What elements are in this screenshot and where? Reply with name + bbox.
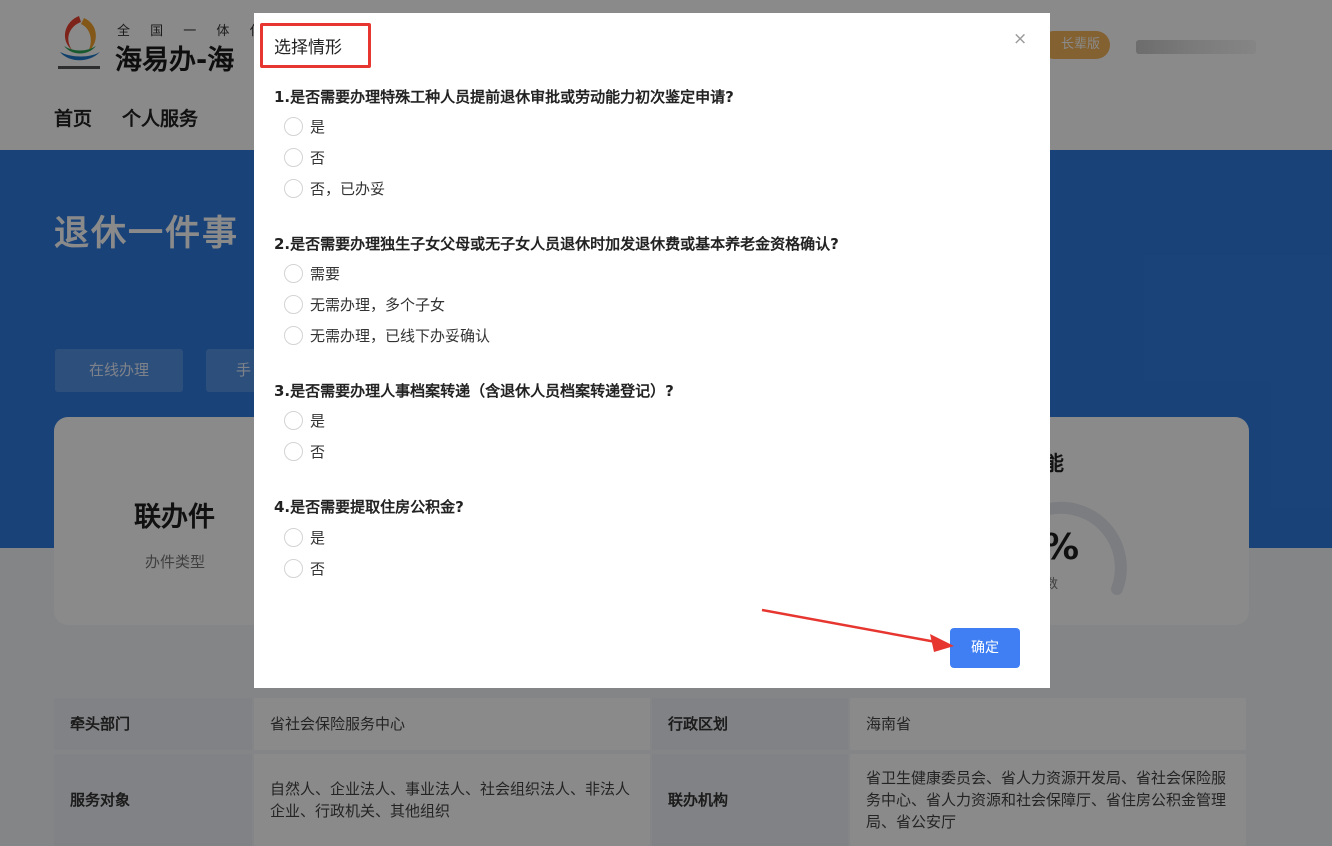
close-icon[interactable]: ×: [1013, 31, 1027, 48]
question-2: 2.是否需要办理独生子女父母或无子女人员退休时加发退休费或基本养老金资格确认?: [274, 235, 839, 253]
option-label: 是: [310, 412, 326, 430]
option-label: 无需办理，已线下办妥确认: [310, 327, 491, 345]
radio-button[interactable]: [284, 559, 303, 578]
question-4: 4.是否需要提取住房公积金?: [274, 498, 464, 516]
radio-button[interactable]: [284, 148, 303, 167]
radio-button[interactable]: [284, 179, 303, 198]
radio-button[interactable]: [284, 326, 303, 345]
radio-button[interactable]: [284, 442, 303, 461]
q1-option-no[interactable]: 否: [284, 147, 325, 168]
q3-option-yes[interactable]: 是: [284, 410, 325, 431]
q1-option-done[interactable]: 否，已办妥: [284, 178, 385, 199]
q3-option-no[interactable]: 否: [284, 441, 325, 462]
radio-button[interactable]: [284, 264, 303, 283]
dialog-title: 选择情形: [274, 38, 342, 58]
radio-button[interactable]: [284, 295, 303, 314]
option-label: 是: [310, 529, 326, 547]
option-label: 是: [310, 118, 326, 136]
q2-option-multiple-children[interactable]: 无需办理，多个子女: [284, 294, 445, 315]
q2-option-offline-done[interactable]: 无需办理，已线下办妥确认: [284, 325, 490, 346]
q4-option-no[interactable]: 否: [284, 558, 325, 579]
radio-button[interactable]: [284, 411, 303, 430]
select-situation-dialog: 选择情形 × 1.是否需要办理特殊工种人员提前退休审批或劳动能力初次鉴定申请? …: [254, 13, 1050, 688]
option-label: 无需办理，多个子女: [310, 296, 446, 314]
question-1: 1.是否需要办理特殊工种人员提前退休审批或劳动能力初次鉴定申请?: [274, 88, 734, 106]
option-label: 否: [310, 443, 326, 461]
confirm-button[interactable]: 确定: [950, 628, 1020, 668]
q2-option-needed[interactable]: 需要: [284, 263, 340, 284]
question-3: 3.是否需要办理人事档案转递（含退休人员档案转递登记）?: [274, 382, 674, 400]
option-label: 否: [310, 149, 326, 167]
option-label: 需要: [310, 265, 341, 283]
q1-option-yes[interactable]: 是: [284, 116, 325, 137]
radio-button[interactable]: [284, 117, 303, 136]
radio-button[interactable]: [284, 528, 303, 547]
option-label: 否，已办妥: [310, 180, 386, 198]
q4-option-yes[interactable]: 是: [284, 527, 325, 548]
option-label: 否: [310, 560, 326, 578]
